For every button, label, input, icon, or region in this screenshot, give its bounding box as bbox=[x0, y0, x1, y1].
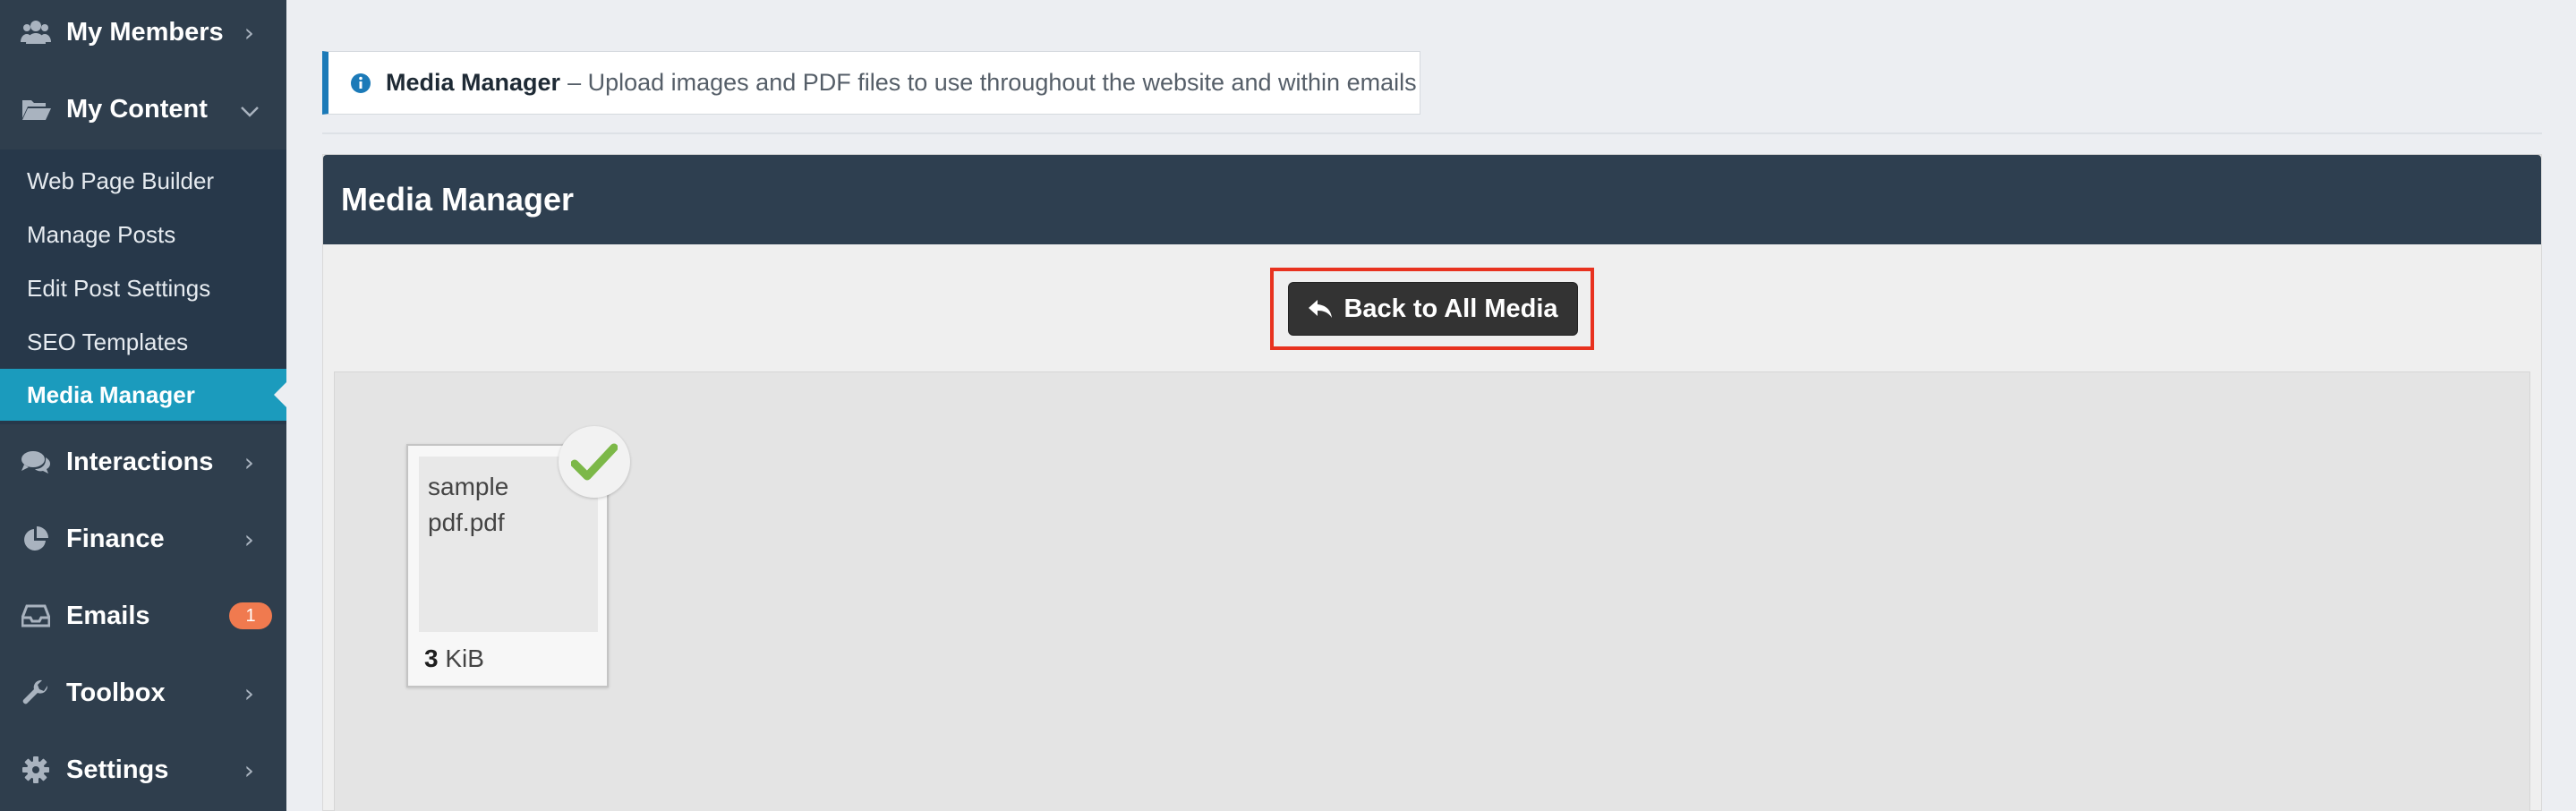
users-icon bbox=[20, 16, 52, 48]
sidebar-subitem-manage-posts[interactable]: Manage Posts bbox=[0, 209, 286, 260]
back-button-label: Back to All Media bbox=[1343, 294, 1558, 323]
sidebar-item-label: My Members bbox=[66, 17, 224, 47]
notification-badge: 1 bbox=[229, 602, 272, 629]
sidebar-item-emails[interactable]: Emails 1 bbox=[0, 584, 286, 648]
back-to-all-media-button[interactable]: Back to All Media bbox=[1288, 282, 1578, 336]
chevron-right-icon: › bbox=[243, 17, 254, 47]
sidebar-item-my-members[interactable]: My Members › bbox=[0, 0, 286, 64]
sidebar-subitem-seo-templates[interactable]: SEO Templates bbox=[0, 316, 286, 368]
reply-arrow-icon bbox=[1309, 300, 1333, 318]
gear-icon bbox=[20, 754, 52, 786]
media-size-value: 3 bbox=[424, 645, 439, 672]
info-icon bbox=[351, 73, 371, 93]
chevron-right-icon: › bbox=[243, 678, 254, 708]
panel-header: Media Manager bbox=[323, 155, 2541, 244]
media-gallery: sample pdf.pdf 3 KiB bbox=[334, 371, 2530, 811]
media-manager-panel: Media Manager Back to All Media sample p… bbox=[322, 154, 2542, 811]
wrench-icon bbox=[20, 677, 52, 709]
media-item[interactable]: sample pdf.pdf 3 KiB bbox=[406, 426, 630, 687]
sidebar-item-label: Toolbox bbox=[66, 678, 166, 707]
media-size-unit: KiB bbox=[445, 645, 484, 672]
sidebar-item-label: My Content bbox=[66, 94, 208, 124]
info-notice: Media Manager – Upload images and PDF fi… bbox=[322, 51, 1420, 115]
notice-title: Media Manager bbox=[386, 69, 561, 96]
media-size: 3 KiB bbox=[424, 645, 484, 673]
panel-title: Media Manager bbox=[341, 181, 575, 218]
comments-icon bbox=[20, 446, 52, 478]
chevron-right-icon: › bbox=[243, 524, 254, 554]
sidebar-subitem-web-page-builder[interactable]: Web Page Builder bbox=[0, 155, 286, 207]
sidebar-item-label: Settings bbox=[66, 755, 169, 784]
sidebar-subitem-edit-post-settings[interactable]: Edit Post Settings bbox=[0, 262, 286, 314]
folder-open-icon bbox=[20, 93, 52, 125]
sidebar: My Members › My Content Web Page Builder… bbox=[0, 0, 286, 811]
sidebar-item-label: Interactions bbox=[66, 447, 214, 476]
sidebar-item-label: Emails bbox=[66, 601, 150, 630]
sidebar-item-my-content[interactable]: My Content bbox=[0, 77, 286, 141]
media-filename: sample pdf.pdf bbox=[428, 473, 509, 536]
sidebar-item-label: Finance bbox=[66, 524, 165, 553]
sidebar-item-toolbox[interactable]: Toolbox › bbox=[0, 661, 286, 725]
pie-chart-icon bbox=[20, 523, 52, 555]
divider bbox=[322, 132, 2542, 134]
chevron-right-icon: › bbox=[243, 755, 254, 785]
sidebar-item-interactions[interactable]: Interactions › bbox=[0, 430, 286, 494]
selected-check-icon[interactable] bbox=[559, 426, 630, 498]
sidebar-item-finance[interactable]: Finance › bbox=[0, 507, 286, 571]
sidebar-item-settings[interactable]: Settings › bbox=[0, 738, 286, 802]
sidebar-subitem-media-manager[interactable]: Media Manager bbox=[0, 369, 286, 421]
content-submenu: Web Page Builder Manage Posts Edit Post … bbox=[0, 149, 286, 424]
chevron-down-icon bbox=[240, 95, 260, 124]
chevron-right-icon: › bbox=[243, 447, 254, 477]
notice-text: – Upload images and PDF files to use thr… bbox=[567, 69, 1417, 96]
inbox-icon bbox=[20, 600, 52, 632]
